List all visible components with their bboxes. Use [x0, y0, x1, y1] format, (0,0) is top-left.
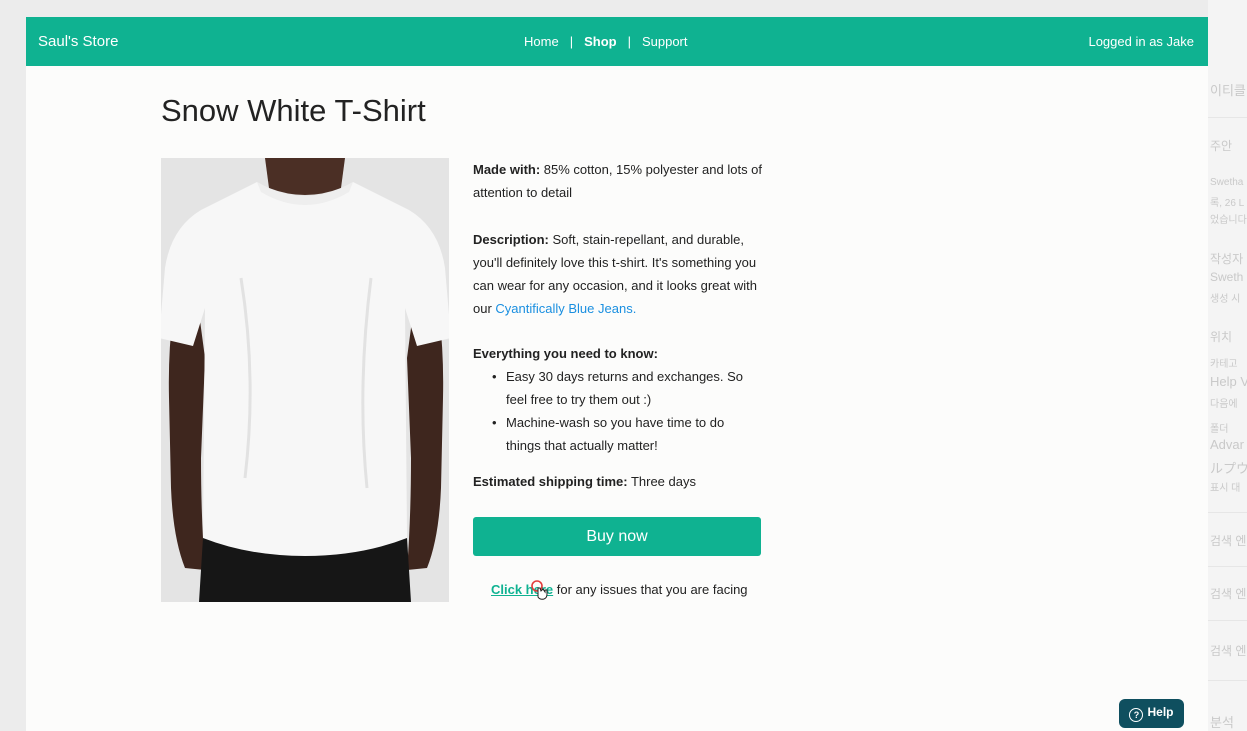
question-circle-icon: ? — [1129, 708, 1144, 722]
store-brand[interactable]: Saul's Store — [38, 33, 118, 50]
hand-cursor-icon — [531, 580, 548, 600]
background-text: 분석 — [1210, 715, 1234, 730]
nav-home[interactable]: Home — [524, 34, 559, 49]
nav-separator: | — [627, 34, 631, 49]
know-label: Everything you need to know: — [473, 346, 658, 361]
background-text: 이티클 — [1210, 83, 1246, 98]
background-text: Help V — [1210, 374, 1247, 389]
background-page: 이티클 주안 Swetha 록, 26 L 었습니다 작성자 Sweth 생성 … — [1208, 0, 1247, 731]
background-text: 었습니다 — [1210, 215, 1247, 226]
list-item: Easy 30 days returns and exchanges. So f… — [492, 365, 746, 411]
buy-now-button[interactable]: Buy now — [473, 517, 761, 556]
background-divider — [1208, 117, 1247, 118]
background-text: 검색 엔 — [1210, 587, 1247, 601]
know-list: Easy 30 days returns and exchanges. So f… — [473, 365, 796, 457]
background-text: 표시 대 — [1210, 483, 1241, 494]
help-label: Help — [1147, 705, 1174, 719]
tshirt-model-illustration — [161, 158, 449, 602]
shipping-label: Estimated shipping time: — [473, 474, 628, 489]
background-text: 검색 엔 — [1210, 534, 1247, 548]
support-text: for any issues that you are facing — [553, 582, 748, 597]
list-item: Machine-wash so you have time to do thin… — [492, 411, 746, 457]
background-text: 주안 — [1210, 139, 1233, 153]
background-divider — [1208, 620, 1247, 621]
background-text: 다음에 — [1210, 399, 1238, 410]
shipping-time: Estimated shipping time: Three days — [473, 470, 763, 493]
background-text: 위치 — [1210, 330, 1233, 344]
store-window: Saul's Store Home | Shop | Support Logged in… — [26, 17, 1208, 731]
background-text: 록, 26 L — [1210, 198, 1245, 209]
product-title: Snow White T-Shirt — [161, 93, 426, 128]
background-text: 검색 엔 — [1210, 644, 1247, 658]
background-divider — [1208, 680, 1247, 681]
background-text: Swetha — [1210, 177, 1244, 188]
shipping-text: Three days — [627, 474, 696, 489]
made-with-label: Made with: — [473, 162, 541, 177]
background-text: Advar — [1210, 437, 1244, 452]
main-nav: Home | Shop | Support — [524, 34, 688, 49]
background-text: ルプウ — [1210, 461, 1247, 476]
jeans-link[interactable]: Cyantifically Blue Jeans. — [495, 301, 636, 316]
description-label: Description: — [473, 232, 549, 247]
background-divider — [1208, 566, 1247, 567]
help-button[interactable]: ? Help — [1119, 699, 1184, 728]
nav-shop[interactable]: Shop — [584, 34, 617, 49]
background-text: 생성 시 — [1210, 294, 1241, 305]
logged-in-user: Logged in as Jake — [1088, 34, 1194, 49]
know-heading: Everything you need to know: — [473, 342, 763, 365]
background-text: 작성자 — [1210, 252, 1244, 266]
nav-separator: | — [569, 34, 574, 49]
top-navbar: Saul's Store Home | Shop | Support Logged in… — [26, 17, 1208, 66]
product-image — [161, 158, 449, 602]
background-text: 카테고 — [1210, 359, 1238, 370]
background-divider — [1208, 512, 1247, 513]
description: Description: Soft, stain-repellant, and … — [473, 228, 763, 320]
nav-support[interactable]: Support — [642, 34, 688, 49]
made-with: Made with: 85% cotton, 15% polyester and… — [473, 158, 763, 204]
background-text: Sweth — [1210, 270, 1244, 284]
background-text: 폴더 — [1210, 424, 1229, 435]
